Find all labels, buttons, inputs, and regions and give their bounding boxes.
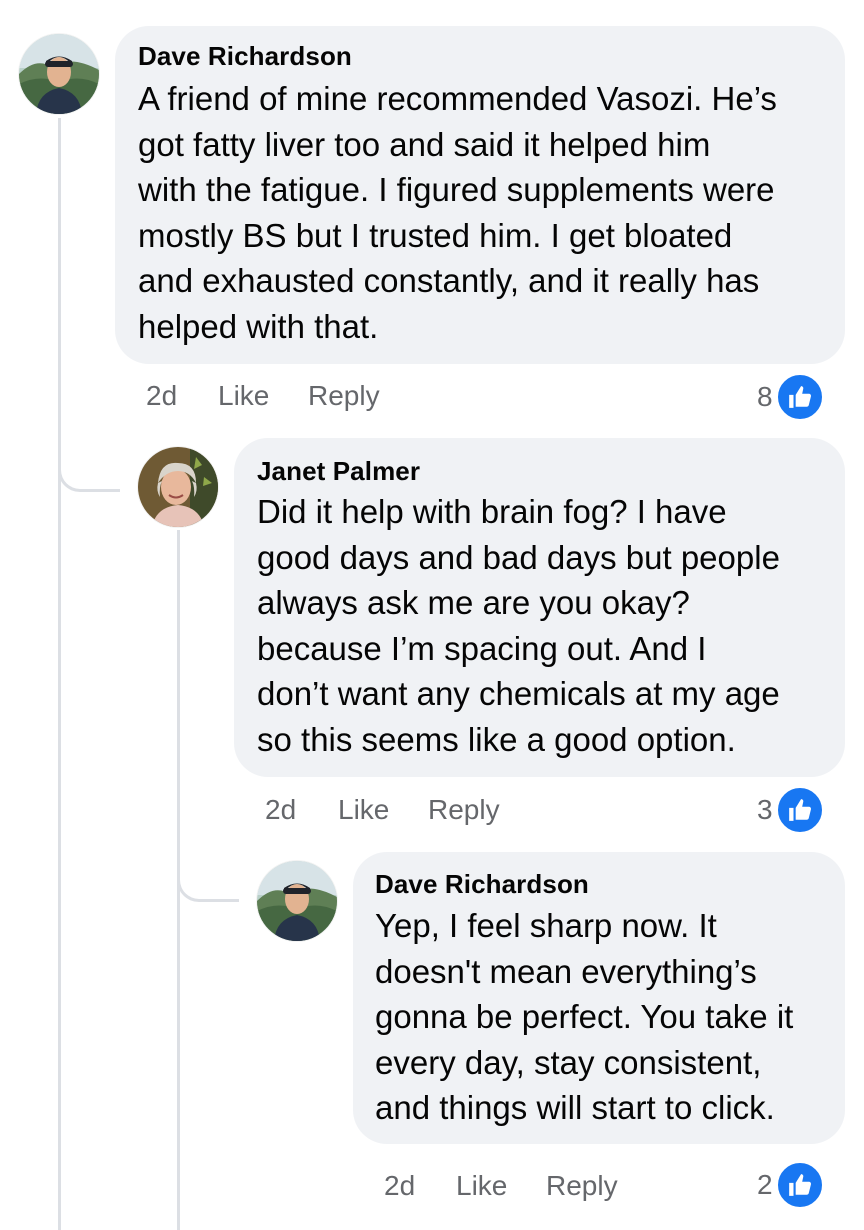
reply-button[interactable]: Reply [546, 1170, 618, 1202]
reply-button[interactable]: Reply [428, 794, 500, 826]
reaction-count: 8 [757, 381, 773, 412]
reaction-count: 2 [757, 1169, 773, 1200]
comment-timestamp[interactable]: 2d [265, 794, 296, 826]
like-button[interactable]: Like [456, 1170, 507, 1202]
like-button[interactable]: Like [218, 380, 269, 412]
thumbs-up-icon [774, 1160, 825, 1210]
thumbs-up-icon [774, 372, 825, 422]
thread-connector-reply-1 [58, 440, 120, 492]
reaction-count: 3 [757, 794, 773, 825]
avatar-photo [257, 861, 337, 941]
avatar-photo [19, 34, 99, 114]
avatar-photo [138, 447, 218, 527]
comment-actions: 2d Like Reply [0, 1170, 864, 1204]
comment-author[interactable]: Dave Richardson [375, 869, 589, 900]
comment-text: Did it help with brain fog? I have good … [257, 493, 780, 758]
comment-author[interactable]: Janet Palmer [257, 456, 420, 487]
like-button[interactable]: Like [338, 794, 389, 826]
thread-line-main [58, 118, 61, 1230]
comment-actions: 2d Like Reply [0, 794, 864, 828]
comment-text: Yep, I feel sharp now. It doesn't mean e… [375, 907, 794, 1127]
comment-text: A friend of mine recommended Vasozi. He’… [138, 80, 777, 345]
reaction-summary[interactable]: 8 [757, 372, 825, 422]
avatar-dave-richardson[interactable] [257, 861, 337, 941]
avatar-janet-palmer[interactable] [138, 447, 218, 527]
avatar-dave-richardson[interactable] [19, 34, 99, 114]
comment-timestamp[interactable]: 2d [146, 380, 177, 412]
thumbs-up-icon [774, 785, 825, 835]
reaction-summary[interactable]: 3 [757, 785, 825, 835]
comment-author[interactable]: Dave Richardson [138, 41, 352, 72]
thread-connector-reply-2 [177, 850, 239, 902]
reply-button[interactable]: Reply [308, 380, 380, 412]
comment-actions: 2d Like Reply [0, 380, 864, 414]
reaction-summary[interactable]: 2 [757, 1160, 825, 1210]
comment-timestamp[interactable]: 2d [384, 1170, 415, 1202]
